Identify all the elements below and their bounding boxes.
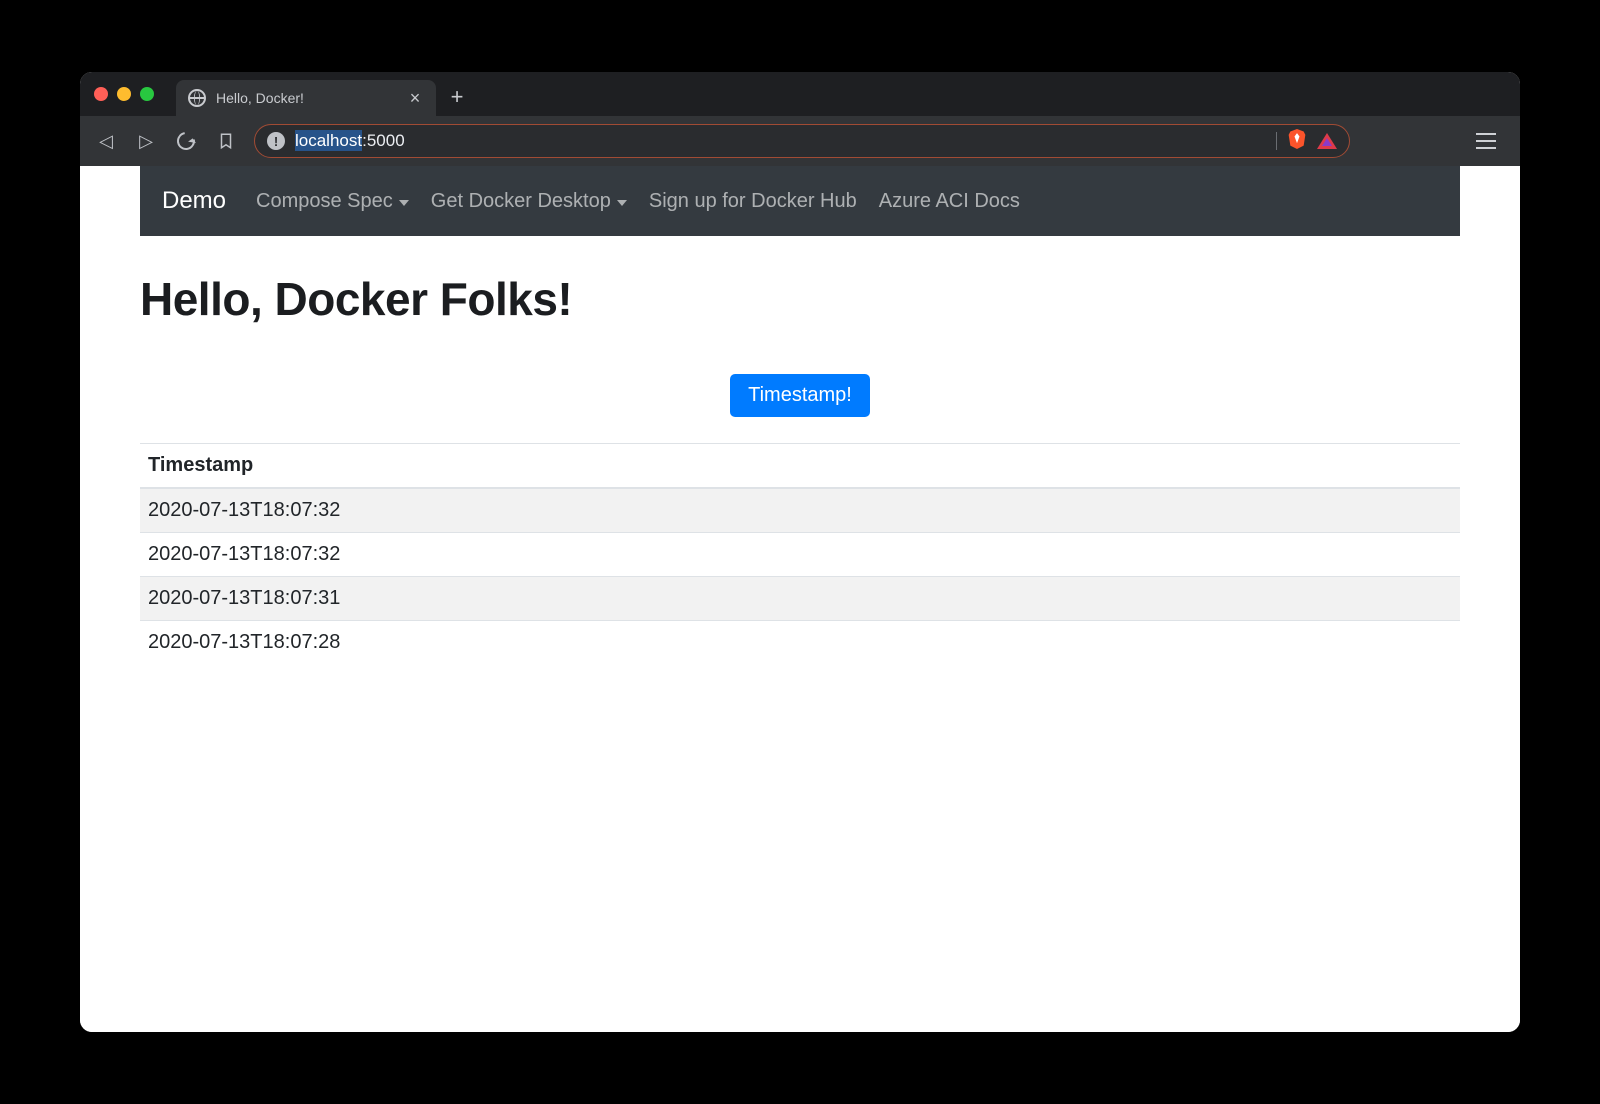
globe-icon	[188, 89, 206, 107]
close-window-button[interactable]	[94, 87, 108, 101]
new-tab-button[interactable]: +	[444, 84, 470, 110]
timestamp-cell: 2020-07-13T18:07:28	[140, 621, 1460, 665]
nav-link-0[interactable]: Compose Spec	[256, 190, 409, 213]
minimize-window-button[interactable]	[117, 87, 131, 101]
tab-strip: Hello, Docker! × +	[80, 72, 1520, 116]
url-text: localhost:5000	[295, 131, 405, 151]
browser-tab[interactable]: Hello, Docker! ×	[176, 80, 436, 116]
table-header: Timestamp	[140, 444, 1460, 489]
browser-toolbar: ◁ ▷ ! localhost:5000	[80, 116, 1520, 166]
address-bar[interactable]: ! localhost:5000	[254, 124, 1350, 158]
url-port: :5000	[362, 131, 405, 150]
table-row: 2020-07-13T18:07:31	[140, 577, 1460, 621]
brand[interactable]: Demo	[162, 187, 226, 215]
brave-shields-icon[interactable]	[1287, 128, 1307, 155]
maximize-window-button[interactable]	[140, 87, 154, 101]
forward-button[interactable]: ▷	[134, 129, 158, 153]
timestamp-cell: 2020-07-13T18:07:31	[140, 577, 1460, 621]
timestamp-cell: 2020-07-13T18:07:32	[140, 488, 1460, 533]
address-bar-right	[1276, 128, 1337, 155]
nav-link-label: Sign up for Docker Hub	[649, 190, 857, 213]
back-button[interactable]: ◁	[94, 129, 118, 153]
timestamp-table: Timestamp 2020-07-13T18:07:322020-07-13T…	[140, 443, 1460, 664]
window-controls	[94, 87, 154, 101]
table-row: 2020-07-13T18:07:32	[140, 488, 1460, 533]
nav-link-label: Get Docker Desktop	[431, 190, 611, 213]
brave-rewards-icon[interactable]	[1317, 133, 1337, 149]
reload-button[interactable]	[174, 129, 198, 153]
toolbar-right	[1366, 133, 1506, 149]
nav-link-label: Compose Spec	[256, 190, 393, 213]
timestamp-button[interactable]: Timestamp!	[730, 374, 870, 417]
timestamp-cell: 2020-07-13T18:07:32	[140, 533, 1460, 577]
chevron-down-icon	[399, 200, 409, 206]
button-row: Timestamp!	[140, 374, 1460, 417]
nav-link-label: Azure ACI Docs	[879, 190, 1020, 213]
site-info-icon[interactable]: !	[267, 132, 285, 150]
nav-link-1[interactable]: Get Docker Desktop	[431, 190, 627, 213]
browser-window: Hello, Docker! × + ◁ ▷ ! localhost:5000	[80, 72, 1520, 1032]
page-content: Hello, Docker Folks! Timestamp! Timestam…	[140, 236, 1460, 664]
bookmark-icon[interactable]	[214, 129, 238, 153]
table-row: 2020-07-13T18:07:28	[140, 621, 1460, 665]
close-tab-button[interactable]: ×	[406, 89, 424, 107]
chevron-down-icon	[617, 200, 627, 206]
app-navbar: Demo Compose Spec Get Docker Desktop Sign …	[140, 166, 1460, 236]
page-viewport: Demo Compose Spec Get Docker Desktop Sign …	[80, 166, 1520, 1032]
menu-button[interactable]	[1472, 133, 1500, 149]
tab-title: Hello, Docker!	[216, 90, 396, 106]
page-heading: Hello, Docker Folks!	[140, 272, 1460, 326]
divider	[1276, 132, 1277, 150]
nav-link-2[interactable]: Sign up for Docker Hub	[649, 190, 857, 213]
table-row: 2020-07-13T18:07:32	[140, 533, 1460, 577]
url-host: localhost	[295, 130, 362, 151]
nav-link-3[interactable]: Azure ACI Docs	[879, 190, 1020, 213]
